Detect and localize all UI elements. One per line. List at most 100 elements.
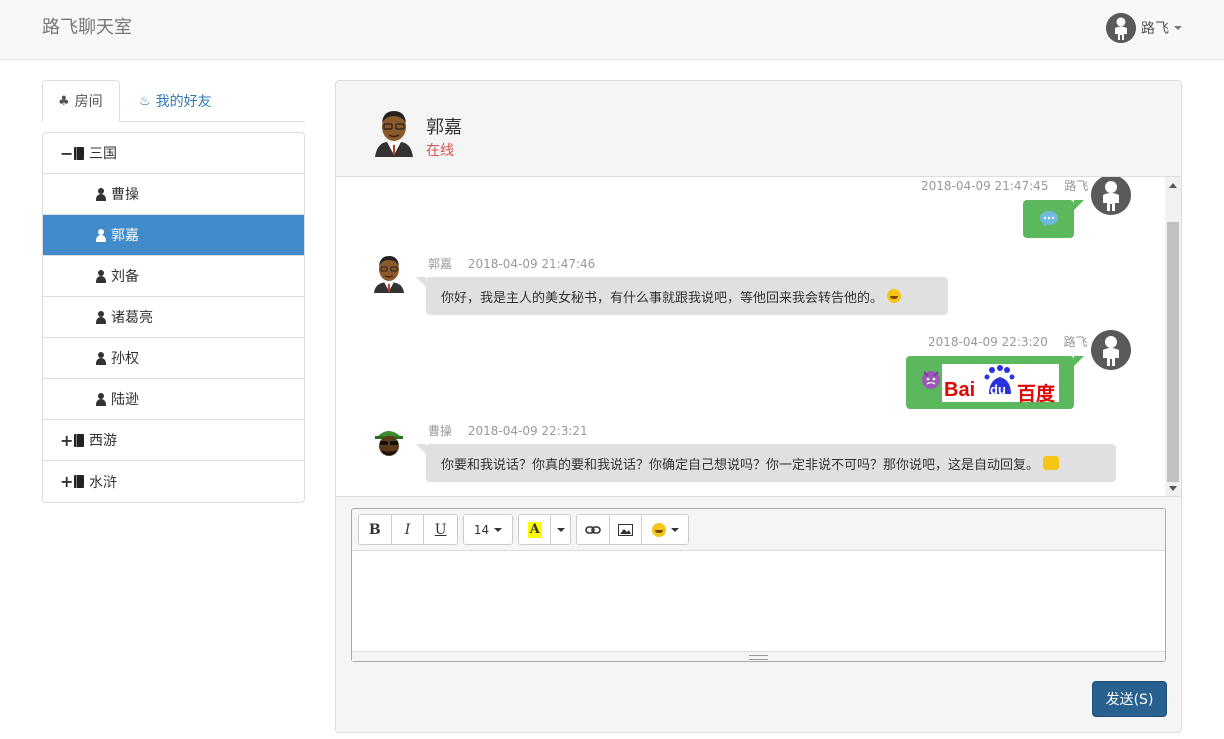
contact-name: 郭嘉 [426, 117, 462, 138]
baidu-logo-text-left: Bai [944, 379, 976, 401]
tree-member-label: 曹操 [111, 187, 139, 203]
user-icon [95, 310, 107, 324]
tab-friends-label: 我的好友 [155, 94, 212, 110]
chat-bubble-emoji-icon [1039, 211, 1058, 227]
scroll-up-icon[interactable] [1169, 183, 1177, 188]
message-time: 2018-04-09 22:3:20 [928, 335, 1048, 349]
hand-emoji-icon [1043, 456, 1060, 470]
user-icon [95, 228, 107, 242]
message-editor: B I U 14 A [351, 508, 1166, 662]
chevron-down-icon [556, 527, 565, 532]
tree-member[interactable]: 诸葛亮 [43, 297, 304, 338]
message-scrollbar[interactable] [1165, 177, 1181, 496]
tab-rooms-label: 房间 [74, 94, 103, 110]
editor-toolbar: B I U 14 A [352, 509, 1165, 551]
tree-member[interactable]: 刘备 [43, 256, 304, 297]
chat-panel: 郭嘉 在线 2018-04-09 21:47:45 路飞 郭嘉 2018-04-… [335, 80, 1182, 733]
tree-member[interactable]: 曹操 [43, 174, 304, 215]
collapse-icon[interactable]: − [60, 144, 73, 163]
book-icon [74, 433, 84, 447]
message-meta: 曹操 2018-04-09 22:3:21 [428, 422, 588, 439]
message-text: 你好，我是主人的美女秘书，有什么事就跟我说吧，等他回来我会转告他的。 [441, 290, 884, 306]
message-list[interactable]: 2018-04-09 21:47:45 路飞 郭嘉 2018-04-09 21:… [336, 177, 1181, 497]
tab-rooms[interactable]: ♣ 房间 [42, 80, 120, 122]
message-time: 2018-04-09 22:3:21 [467, 424, 588, 438]
tree-group-label: 西游 [89, 433, 117, 449]
highlight-icon: A [527, 521, 542, 538]
chevron-down-icon [1174, 26, 1182, 30]
message-sender: 郭嘉 [428, 257, 453, 271]
user-icon [95, 269, 107, 283]
tree-member-label: 孙权 [111, 351, 139, 367]
message-meta: 2018-04-09 22:3:20 路飞 [928, 333, 1088, 350]
tree-group-label: 水浒 [89, 474, 117, 491]
tree-member[interactable]: 陆逊 [43, 379, 304, 420]
message-bubble-in: 你好，我是主人的美女秘书，有什么事就跟我说吧，等他回来我会转告他的。 [416, 277, 948, 315]
sidebar-tabs: ♣ 房间 ♨ 我的好友 [42, 80, 305, 122]
resize-handle[interactable] [352, 651, 1165, 661]
link-button[interactable] [577, 515, 610, 544]
baidu-logo-text-mid: du [990, 382, 1006, 397]
expand-icon[interactable]: + [60, 472, 73, 491]
send-button[interactable]: 发送(S) [1092, 681, 1167, 717]
highlight-dropdown[interactable] [551, 515, 570, 544]
angry-emoji-icon [922, 371, 940, 389]
highlight-group: A [518, 514, 571, 545]
message-bubble-in: 你要和我说话？你真的要和我说话？你确定自己想说吗？你一定非说不可吗？那你说吧，这… [416, 444, 1116, 482]
user-name: 路飞 [1141, 21, 1169, 37]
user-icon [95, 392, 107, 406]
insert-group [576, 514, 689, 545]
baidu-logo-text-right: 百度 [1017, 383, 1056, 405]
user-menu[interactable]: 路飞 [1106, 13, 1182, 43]
navbar: 路飞聊天室 路飞 [0, 0, 1224, 60]
scroll-down-icon[interactable] [1169, 486, 1177, 491]
person-avatar-icon [1091, 177, 1131, 215]
tree-group-xiyou[interactable]: + 西游 [43, 420, 304, 461]
book-icon [74, 146, 84, 160]
tree-member-label: 陆逊 [111, 392, 139, 408]
message-sender: 曹操 [428, 424, 453, 438]
message-bubble-out [1023, 200, 1084, 238]
message-sender: 路飞 [1063, 335, 1088, 349]
scroll-thumb[interactable] [1167, 222, 1179, 482]
room-tree: − 三国 曹操 郭嘉 刘备 诸葛亮 孙权 陆逊 + 西游 + 水浒 [42, 132, 305, 503]
message-text: 你要和我说话？你真的要和我说话？你确定自己想说吗？你一定非说不可吗？那你说吧，这… [441, 457, 1040, 473]
chevron-down-icon [670, 527, 679, 532]
status-badge: 在线 [426, 143, 454, 159]
highlight-button[interactable]: A [519, 515, 552, 544]
image-button[interactable] [609, 515, 643, 544]
tree-group-shuihu[interactable]: + 水浒 [43, 461, 304, 502]
tree-member-selected[interactable]: 郭嘉 [43, 215, 304, 256]
tree-member[interactable]: 孙权 [43, 338, 304, 379]
message-input[interactable] [352, 551, 1165, 651]
tree-group-sanguo[interactable]: − 三国 [43, 133, 304, 174]
message-meta: 2018-04-09 21:47:45 路飞 [921, 177, 1088, 194]
app-title[interactable]: 路飞聊天室 [42, 13, 132, 39]
tree-member-label: 刘备 [111, 269, 139, 285]
tab-friends[interactable]: ♨ 我的好友 [124, 80, 227, 122]
image-icon [618, 523, 634, 536]
message-bubble-out: Bai du 百度 [906, 356, 1084, 409]
underline-button[interactable]: U [424, 515, 457, 544]
chat-header: 郭嘉 在线 [336, 81, 1181, 177]
tree-icon: ♣ [58, 93, 70, 109]
person-avatar-icon [1106, 13, 1136, 43]
emoji-button[interactable] [642, 515, 688, 544]
tree-member-label: 郭嘉 [111, 228, 139, 244]
bold-button[interactable]: B [359, 515, 392, 544]
font-size-value: 14 [473, 522, 490, 537]
fire-icon: ♨ [139, 93, 151, 109]
message-sender: 路飞 [1064, 179, 1089, 193]
message-time: 2018-04-09 21:47:45 [921, 179, 1049, 193]
book-icon [74, 475, 84, 488]
tree-group-label: 三国 [89, 146, 117, 162]
message-time: 2018-04-09 21:47:46 [467, 257, 596, 271]
sender-avatar [369, 251, 409, 293]
tree-member-label: 诸葛亮 [111, 310, 153, 326]
person-avatar-icon [1091, 330, 1131, 370]
contact-avatar [369, 105, 419, 157]
font-size-dropdown[interactable]: 14 [464, 515, 512, 544]
expand-icon[interactable]: + [60, 431, 73, 450]
user-icon [95, 187, 107, 201]
italic-button[interactable]: I [391, 515, 425, 544]
